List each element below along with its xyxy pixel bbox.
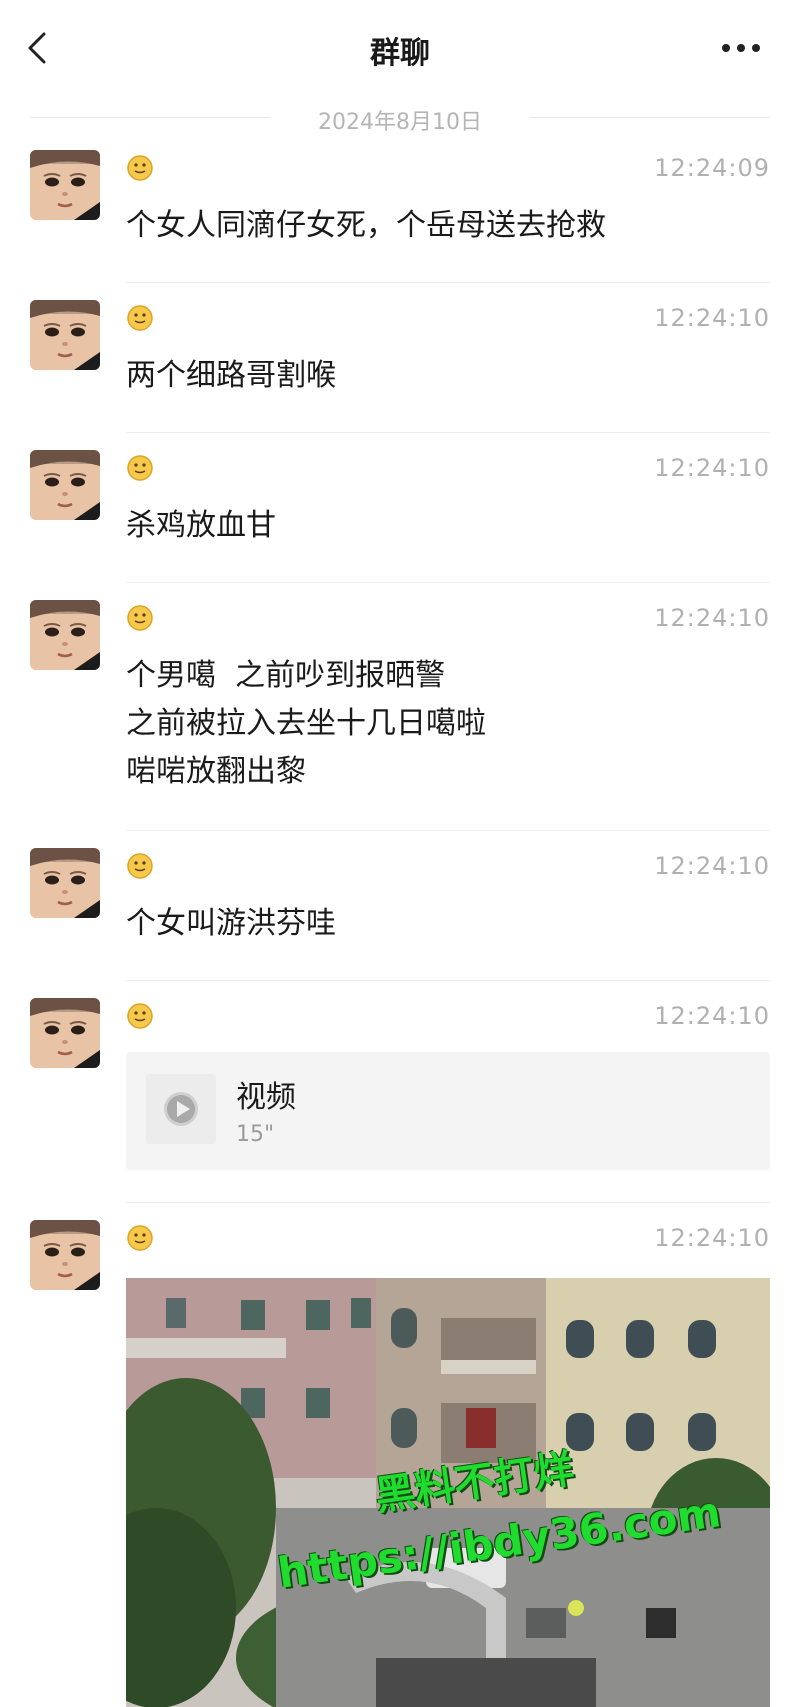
message-time: 12:24:10 — [654, 852, 770, 880]
avatar[interactable] — [30, 600, 100, 670]
separator — [126, 1202, 770, 1203]
play-icon — [164, 1092, 198, 1126]
avatar[interactable] — [30, 998, 100, 1068]
separator — [126, 830, 770, 831]
smiley-face-icon — [126, 454, 154, 482]
message-line: 之前被拉入去坐十几日噶啦 — [126, 706, 486, 741]
smiley-face-icon — [126, 852, 154, 880]
video-duration: 15" — [236, 1122, 275, 1147]
separator — [126, 282, 770, 283]
smiley-face-icon — [126, 1002, 154, 1030]
message-line: 啱啱放翻出黎 — [126, 754, 306, 789]
message-time: 12:24:10 — [654, 1224, 770, 1252]
message-text: 两个细路哥割喉 — [126, 358, 336, 393]
message-line: 个男噶 之前吵到报晒警 — [126, 658, 446, 693]
message-time: 12:24:10 — [654, 1002, 770, 1030]
message-time: 12:24:10 — [654, 304, 770, 332]
avatar[interactable] — [30, 848, 100, 918]
message-text: 个女叫游洪芬哇 — [126, 906, 336, 941]
avatar[interactable] — [30, 300, 100, 370]
street-photo[interactable]: 黑料不打烊 https://ibdy36.com — [126, 1278, 770, 1707]
page-title: 群聊 — [370, 36, 430, 71]
divider-line-right — [530, 117, 770, 118]
message-time: 12:24:09 — [654, 154, 770, 182]
smiley-face-icon — [126, 1224, 154, 1252]
avatar[interactable] — [30, 1220, 100, 1290]
more-button[interactable] — [716, 30, 766, 66]
video-title: 视频 — [236, 1080, 296, 1115]
smiley-face-icon — [126, 154, 154, 182]
more-dots-icon — [722, 44, 760, 52]
date-label: 2024年8月10日 — [318, 110, 482, 135]
chat-header: 群聊 — [0, 0, 800, 100]
message-text: 个女人同滴仔女死，个岳母送去抢救 — [126, 208, 606, 243]
video-thumbnail[interactable] — [146, 1074, 216, 1144]
video-card[interactable]: 视频 15" — [126, 1052, 770, 1170]
message-time: 12:24:10 — [654, 604, 770, 632]
separator — [126, 582, 770, 583]
message-text: 杀鸡放血甘 — [126, 508, 276, 543]
date-divider: 2024年8月10日 — [30, 100, 770, 136]
separator — [126, 980, 770, 981]
smiley-face-icon — [126, 304, 154, 332]
smiley-face-icon — [126, 604, 154, 632]
avatar[interactable] — [30, 150, 100, 220]
avatar[interactable] — [30, 450, 100, 520]
separator — [126, 432, 770, 433]
message-text: 个男噶 之前吵到报晒警 之前被拉入去坐十几日噶啦 啱啱放翻出黎 — [126, 652, 766, 796]
message-time: 12:24:10 — [654, 454, 770, 482]
